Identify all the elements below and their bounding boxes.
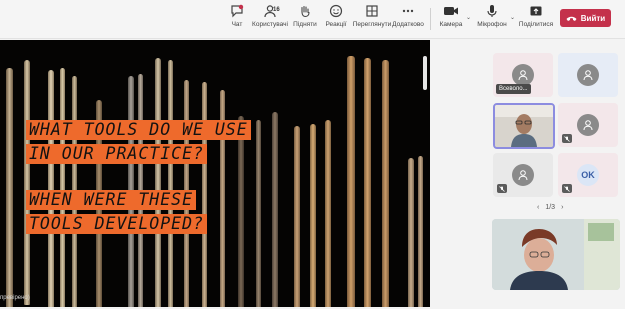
grid-icon bbox=[366, 5, 378, 17]
needle-image bbox=[24, 60, 30, 305]
needle-image bbox=[168, 60, 173, 307]
chat-icon bbox=[231, 4, 244, 18]
presentation-scrollbar[interactable] bbox=[423, 56, 427, 90]
participant-tile[interactable]: OK bbox=[558, 153, 618, 197]
camera-options-chevron-icon[interactable]: ⌄ bbox=[466, 14, 471, 21]
share-label: Поділитися bbox=[518, 21, 554, 28]
person-icon bbox=[583, 120, 593, 131]
self-video-tile[interactable] bbox=[492, 219, 620, 290]
self-video bbox=[492, 219, 620, 290]
phone-hangup-icon bbox=[566, 16, 577, 21]
camera-icon bbox=[444, 7, 458, 15]
avatar-initials: OK bbox=[577, 164, 599, 186]
slide-title-line-2: IN OUR PRACTICE? bbox=[26, 144, 207, 164]
shared-screen: WHAT TOOLS DO WE USE IN OUR PRACTICE? WH… bbox=[0, 40, 430, 307]
smile-icon bbox=[329, 4, 343, 18]
reactions-label: Реакції bbox=[325, 21, 347, 28]
participant-tile[interactable] bbox=[493, 153, 553, 197]
participant-video-tile-active[interactable] bbox=[493, 103, 555, 149]
needle-image bbox=[325, 120, 331, 307]
presentation-caption: превірено) bbox=[0, 295, 30, 301]
needle-image bbox=[272, 112, 278, 307]
needle-image bbox=[294, 126, 300, 307]
needle-image bbox=[256, 120, 261, 307]
share-icon bbox=[530, 6, 542, 16]
needle-image bbox=[238, 116, 244, 307]
mic-off-icon bbox=[497, 184, 507, 193]
needle-image bbox=[60, 68, 65, 307]
needle-image bbox=[382, 60, 389, 307]
leave-label: Вийти bbox=[580, 13, 606, 23]
person-icon bbox=[518, 70, 528, 81]
mic-icon bbox=[487, 5, 497, 17]
person-icon bbox=[518, 170, 528, 181]
needle-image bbox=[418, 156, 423, 307]
avatar bbox=[577, 114, 599, 136]
people-count: 16 bbox=[273, 7, 280, 13]
mic-label: Мікрофон bbox=[477, 21, 507, 28]
share-button[interactable]: Поділитися bbox=[516, 4, 556, 34]
view-label: Переглянути bbox=[352, 21, 392, 28]
needle-image bbox=[408, 158, 414, 307]
participant-tile[interactable] bbox=[558, 53, 618, 97]
leave-button[interactable]: Вийти bbox=[560, 9, 611, 27]
view-button[interactable]: Переглянути bbox=[352, 4, 392, 34]
camera-button[interactable]: Камера bbox=[431, 4, 471, 34]
more-label: Додатково bbox=[392, 21, 424, 28]
more-button[interactable]: Додатково bbox=[388, 4, 428, 34]
avatar bbox=[512, 64, 534, 86]
needle-image bbox=[6, 68, 13, 307]
more-icon bbox=[402, 9, 414, 13]
reactions-button[interactable]: Реакції bbox=[316, 4, 356, 34]
hand-icon bbox=[301, 5, 310, 18]
needle-image bbox=[364, 58, 371, 307]
mic-off-icon bbox=[562, 134, 572, 143]
needle-image bbox=[155, 58, 161, 307]
participant-name-tag: Всеволо... bbox=[496, 84, 531, 94]
pager-next-chevron-icon[interactable]: › bbox=[561, 204, 563, 211]
participant-tile[interactable] bbox=[558, 103, 618, 147]
meeting-toolbar: Чат 16 Користувачі Підняти Реакції Перег… bbox=[0, 0, 625, 39]
slide-title-line-3: WHEN WERE THESE bbox=[26, 190, 197, 210]
slide-title-line-1: WHAT TOOLS DO WE USE bbox=[26, 120, 251, 140]
people-label: Користувачі bbox=[252, 21, 288, 28]
participants-pager: ‹ 1/3 › bbox=[537, 204, 563, 211]
participant-tile[interactable]: Всеволо... bbox=[493, 53, 553, 97]
raise-hand-label: Підняти bbox=[293, 21, 317, 28]
needle-image bbox=[347, 56, 355, 307]
pager-text: 1/3 bbox=[545, 204, 556, 211]
participant-video bbox=[495, 105, 553, 147]
people-button[interactable]: 16 Користувачі bbox=[250, 4, 290, 34]
mic-off-icon bbox=[562, 184, 572, 193]
needle-image bbox=[202, 82, 207, 307]
person-icon bbox=[583, 70, 593, 81]
slide-title-line-4: TOOLS DEVELOPED? bbox=[26, 214, 207, 234]
needle-image bbox=[48, 70, 54, 307]
needle-image bbox=[310, 124, 316, 307]
mic-options-chevron-icon[interactable]: ⌄ bbox=[510, 14, 515, 21]
avatar bbox=[577, 64, 599, 86]
pager-prev-chevron-icon[interactable]: ‹ bbox=[537, 204, 539, 211]
chat-label: Чат bbox=[231, 21, 243, 28]
camera-label: Камера bbox=[439, 21, 463, 28]
avatar bbox=[512, 164, 534, 186]
mic-button[interactable]: Мікрофон bbox=[472, 4, 512, 34]
